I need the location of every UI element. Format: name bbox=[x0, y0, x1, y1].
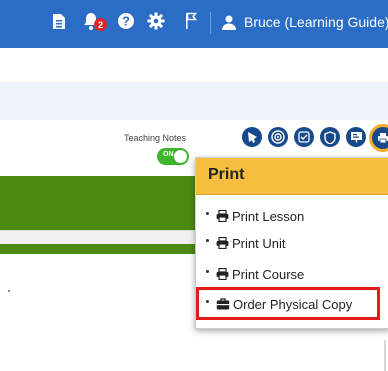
order-physical-copy-highlight bbox=[196, 287, 380, 320]
bullet bbox=[206, 211, 209, 215]
notification-badge: 2 bbox=[94, 18, 107, 31]
user-menu[interactable]: Bruce (Learning Guide) bbox=[222, 10, 388, 34]
user-icon bbox=[222, 15, 236, 30]
lesson-banner-bottom bbox=[0, 244, 210, 254]
menu-item-print-unit[interactable]: Print Unit bbox=[206, 232, 285, 254]
bullet bbox=[206, 269, 209, 273]
content-dot bbox=[8, 290, 10, 292]
print-button[interactable] bbox=[369, 124, 388, 152]
target-icon[interactable] bbox=[268, 127, 288, 147]
flag-icon[interactable] bbox=[180, 10, 202, 32]
printer-icon bbox=[216, 268, 229, 280]
slides-icon[interactable] bbox=[346, 127, 366, 147]
toggle-knob bbox=[174, 150, 187, 163]
menu-item-label: Print Unit bbox=[232, 235, 286, 251]
menu-item-print-course[interactable]: Print Course bbox=[206, 263, 304, 285]
print-icon bbox=[378, 133, 388, 144]
top-navigation-bar: 2 ? Bruce (Learning Guide) bbox=[0, 0, 388, 48]
printer-icon bbox=[216, 210, 229, 222]
teaching-notes-label: Teaching Notes bbox=[124, 133, 187, 143]
svg-text:?: ? bbox=[122, 14, 130, 29]
user-name: Bruce (Learning Guide) bbox=[244, 14, 388, 30]
teaching-notes-toggle[interactable]: ON bbox=[157, 148, 189, 165]
checklist-icon[interactable] bbox=[294, 127, 314, 147]
menu-item-label: Print Course bbox=[232, 266, 305, 282]
print-menu-header: Print bbox=[196, 158, 388, 195]
page-subheader-band bbox=[0, 82, 388, 120]
printer-icon bbox=[216, 237, 229, 249]
gear-icon[interactable] bbox=[145, 10, 167, 32]
tag-icon[interactable] bbox=[242, 127, 262, 147]
bell-icon[interactable]: 2 bbox=[80, 10, 107, 32]
menu-item-label: Print Lesson bbox=[232, 208, 305, 224]
lesson-banner-strip bbox=[0, 230, 210, 245]
print-menu-title: Print bbox=[208, 166, 245, 183]
topbar-divider bbox=[210, 12, 211, 34]
document-icon[interactable] bbox=[48, 10, 70, 32]
menu-item-print-lesson[interactable]: Print Lesson bbox=[206, 205, 304, 227]
right-edge-divider bbox=[384, 340, 386, 371]
shield-icon[interactable] bbox=[320, 127, 340, 147]
toggle-state-text: ON bbox=[163, 151, 174, 158]
help-icon[interactable]: ? bbox=[115, 10, 137, 32]
bullet bbox=[206, 238, 209, 242]
lesson-banner bbox=[0, 176, 210, 230]
